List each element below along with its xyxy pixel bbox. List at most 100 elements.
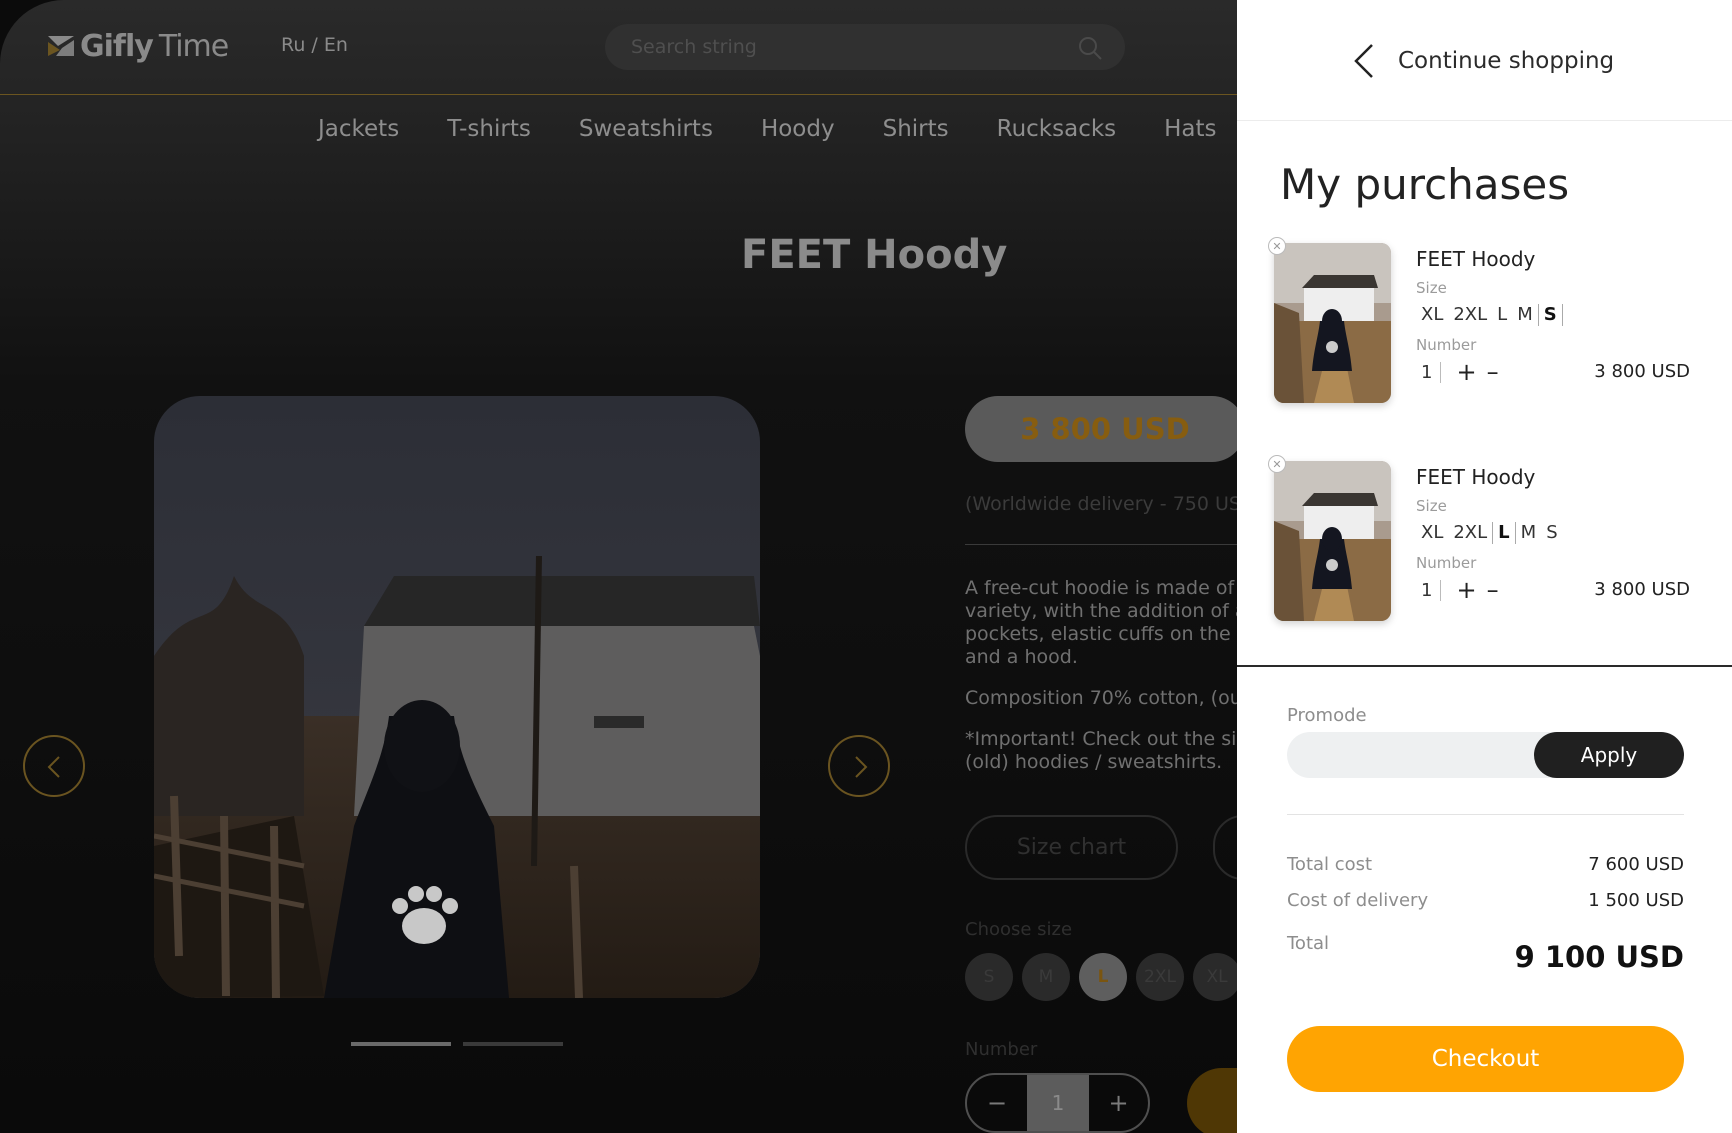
category-nav: Jackets T-shirts Sweatshirts Hoody Shirt… [318,116,1265,146]
language-switch[interactable]: Ru / En [281,34,348,56]
item-size-option-selected[interactable]: S [1537,304,1563,326]
description-line: and a hood. [965,646,1078,668]
quantity-stepper: − 1 + [965,1073,1150,1133]
close-icon: ✕ [1272,457,1282,471]
item-quantity-value[interactable]: 1 [1416,361,1442,383]
delivery-cost-value: 1 500 USD [1588,890,1684,911]
important-line: (old) hoodies / sweatshirts. [965,751,1223,773]
chevron-right-icon [855,756,868,778]
remove-item-button[interactable]: ✕ [1268,237,1286,255]
divider [965,544,1245,545]
cart-item: ✕ FEET Hoody Size XL 2XL L M S Number 1 … [1237,237,1732,423]
logo[interactable]: Gifly Time [48,26,229,66]
item-size-option[interactable]: L [1492,304,1512,326]
choose-size-label: Choose size [965,919,1073,940]
nav-item-hoody[interactable]: Hoody [761,116,835,146]
close-icon: ✕ [1272,239,1282,253]
slide-indicators [351,1042,563,1046]
size-selector: S M L 2XL XL [965,953,1241,1001]
size-chart-button[interactable]: Size chart [965,815,1178,880]
divider [1287,814,1684,815]
total-value: 9 100 USD [1514,940,1684,974]
product-title: FEET Hoody [741,232,1008,278]
nav-item-t-shirts[interactable]: T-shirts [447,116,531,146]
size-option[interactable]: 2XL [1136,953,1184,1001]
item-thumbnail [1274,461,1391,621]
item-quantity: 1 + – [1416,576,1504,604]
total-cost-value: 7 600 USD [1588,854,1684,875]
remove-item-button[interactable]: ✕ [1268,455,1286,473]
apply-button[interactable]: Apply [1534,732,1684,778]
description-line: pockets, elastic cuffs on the s [965,623,1247,645]
item-number-label: Number [1416,554,1477,572]
size-option[interactable]: S [965,953,1013,1001]
size-option[interactable]: XL [1193,953,1241,1001]
decrease-button[interactable]: − [967,1075,1027,1131]
item-size-option[interactable]: XL [1416,522,1448,544]
divider [1237,120,1732,121]
number-label: Number [965,1039,1038,1060]
cart-panel: Continue shopping My purchases ✕ FEET Ho… [1237,0,1732,1133]
item-size-options: XL 2XL L M S [1416,303,1563,327]
item-number-label: Number [1416,336,1477,354]
item-name: FEET Hoody [1416,465,1536,489]
description-line: A free-cut hoodie is made of [965,577,1235,599]
description-line: variety, with the addition of a [965,600,1247,622]
logo-text-bold: Gifly [80,28,154,64]
nav-item-jackets[interactable]: Jackets [318,116,399,146]
item-price: 3 800 USD [1594,361,1690,382]
next-slide-button[interactable] [828,735,890,797]
size-option-selected[interactable]: L [1079,953,1127,1001]
quantity-value[interactable]: 1 [1027,1075,1089,1131]
item-size-option[interactable]: M [1516,522,1542,544]
nav-item-sweatshirts[interactable]: Sweatshirts [579,116,713,146]
nav-item-rucksacks[interactable]: Rucksacks [997,116,1117,146]
promo-box: Apply [1287,732,1684,778]
item-price: 3 800 USD [1594,579,1690,600]
item-size-options: XL 2XL L M S [1416,521,1563,545]
site-header: Gifly Time Ru / En [0,0,1237,95]
decrease-button[interactable]: – [1482,576,1504,604]
item-size-option[interactable]: 2XL [1448,522,1492,544]
item-size-option[interactable]: 2XL [1448,304,1492,326]
logo-text-light: Time [158,28,229,64]
composition-text: Composition 70% cotton, (out [965,687,1250,709]
item-thumbnail [1274,243,1391,403]
item-size-option[interactable]: M [1512,304,1538,326]
delivery-cost-row: Cost of delivery 1 500 USD [1287,890,1684,911]
nav-item-shirts[interactable]: Shirts [883,116,949,146]
prev-slide-button[interactable] [23,735,85,797]
slide-indicator-active[interactable] [351,1042,451,1046]
decrease-button[interactable]: – [1482,358,1504,386]
important-line: *Important! Check out the siz [965,728,1247,750]
page: Gifly Time Ru / En Jackets T-shirts Swea… [0,0,1732,1133]
item-quantity-value[interactable]: 1 [1416,579,1442,601]
slide-indicator[interactable] [463,1042,563,1046]
product-description: A free-cut hoodie is made of variety, wi… [965,577,1255,792]
item-size-option[interactable]: XL [1416,304,1448,326]
search-input[interactable] [631,24,1051,70]
checkout-button[interactable]: Checkout [1287,1026,1684,1092]
nav-item-hats[interactable]: Hats [1164,116,1216,146]
continue-shopping-link[interactable]: Continue shopping [1352,38,1614,84]
search-icon[interactable] [1077,35,1103,61]
total-label: Total [1287,933,1330,954]
increase-button[interactable]: + [1451,576,1481,604]
size-option[interactable]: M [1022,953,1070,1001]
chevron-left-icon [1354,44,1373,78]
item-size-option[interactable]: S [1541,522,1562,544]
chevron-left-icon [47,756,60,778]
continue-shopping-label: Continue shopping [1398,48,1615,74]
item-quantity: 1 + – [1416,358,1504,386]
item-size-option-selected[interactable]: L [1492,522,1516,544]
increase-button[interactable]: + [1089,1075,1148,1131]
item-size-label: Size [1416,279,1447,297]
divider [1237,665,1732,667]
total-cost-row: Total cost 7 600 USD [1287,854,1684,875]
logo-icon [48,36,74,56]
cart-item: ✕ FEET Hoody Size XL 2XL L M S Number 1 … [1237,455,1732,641]
cart-title: My purchases [1280,160,1570,209]
increase-button[interactable]: + [1451,358,1481,386]
item-name: FEET Hoody [1416,247,1536,271]
promo-input[interactable] [1307,732,1527,778]
